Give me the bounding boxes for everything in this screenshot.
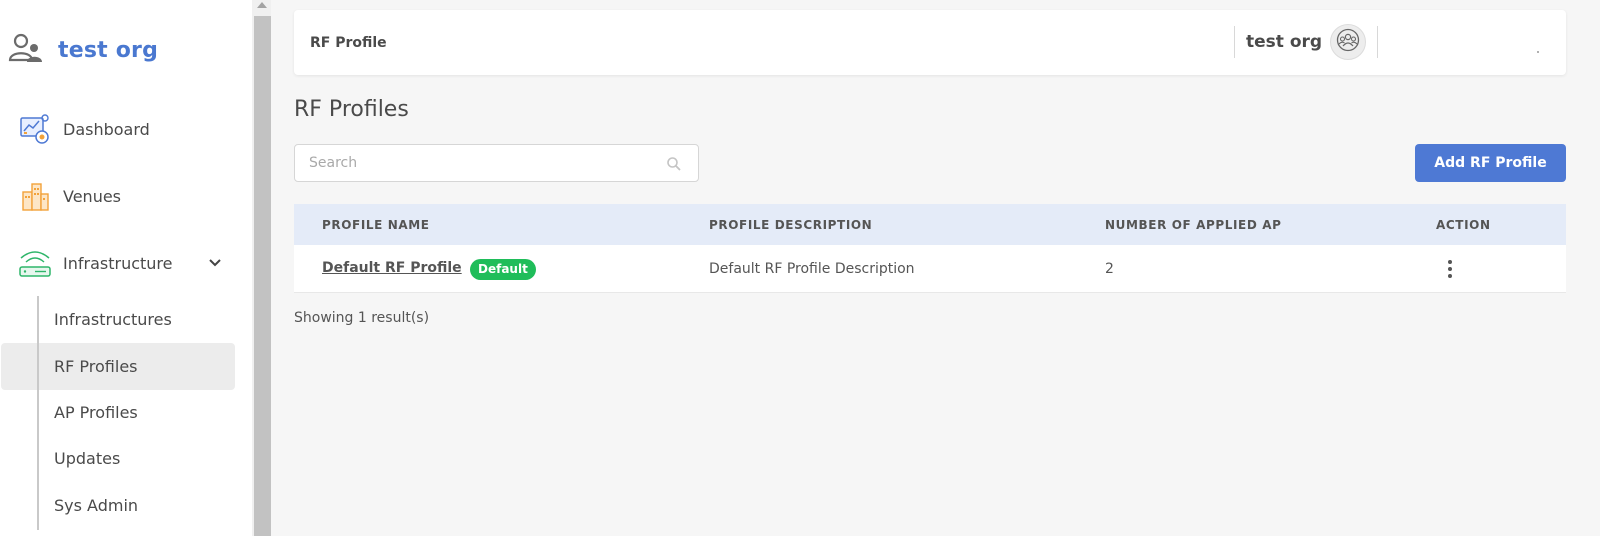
user-group-icon: [8, 32, 44, 68]
profile-description: Default RF Profile Description: [709, 261, 915, 277]
scrollbar-thumb[interactable]: [254, 16, 271, 536]
header-divider: [1234, 26, 1235, 58]
table-row: Default RF Profile Default Default RF Pr…: [294, 245, 1566, 293]
chevron-down-icon[interactable]: [208, 255, 222, 274]
team-icon: [1336, 28, 1360, 56]
more-actions-icon[interactable]: [1445, 258, 1455, 280]
nav-item-dashboard[interactable]: Dashboard: [18, 112, 150, 146]
search-box[interactable]: [294, 144, 699, 182]
nav-label-venues: Venues: [63, 186, 122, 206]
sidebar: test org Dashboard Venues Infrastructure…: [0, 0, 252, 536]
sub-item-updates[interactable]: Updates: [54, 449, 120, 468]
submenu-guide-line: [37, 296, 39, 530]
avatar[interactable]: [1330, 24, 1366, 60]
table-header: PROFILE NAME PROFILE DESCRIPTION NUMBER …: [294, 204, 1566, 245]
results-count: Showing 1 result(s): [294, 310, 430, 326]
sub-item-infrastructures[interactable]: Infrastructures: [54, 310, 172, 329]
add-rf-profile-button[interactable]: Add RF Profile: [1415, 144, 1566, 182]
header-divider: [1377, 26, 1378, 58]
nav-label-infrastructure: Infrastructure: [63, 253, 173, 273]
sub-item-rf-profiles[interactable]: RF Profiles: [54, 357, 138, 376]
top-header: RF Profile test org: [294, 10, 1566, 75]
search-input[interactable]: [295, 145, 635, 181]
org-name: test org: [58, 37, 159, 63]
column-header-profile-description[interactable]: PROFILE DESCRIPTION: [709, 218, 872, 232]
nav-item-venues[interactable]: Venues: [18, 179, 121, 213]
nav-label-dashboard: Dashboard: [63, 119, 150, 139]
search-icon[interactable]: [666, 156, 682, 176]
org-switcher[interactable]: test org: [8, 32, 158, 68]
profile-name-link[interactable]: Default RF Profile: [322, 260, 462, 276]
applied-ap-count: 2: [1105, 261, 1114, 277]
status-badge: Default: [470, 259, 536, 280]
sub-item-sys-admin[interactable]: Sys Admin: [54, 496, 138, 515]
column-header-applied-ap[interactable]: NUMBER OF APPLIED AP: [1105, 218, 1281, 232]
column-header-action: ACTION: [1436, 218, 1491, 232]
nav-item-infrastructure[interactable]: Infrastructure: [18, 246, 221, 280]
column-header-profile-name[interactable]: PROFILE NAME: [322, 218, 430, 232]
page-title: RF Profiles: [294, 97, 409, 122]
header-org-name: test org: [1246, 32, 1323, 52]
dashboard-icon: [18, 112, 52, 146]
sub-item-ap-profiles[interactable]: AP Profiles: [54, 403, 138, 422]
header-title: RF Profile: [310, 35, 387, 51]
infrastructure-icon: [18, 246, 52, 280]
scroll-up-arrow-icon[interactable]: [257, 2, 267, 8]
header-dot: [1537, 51, 1539, 53]
venues-icon: [18, 179, 52, 213]
